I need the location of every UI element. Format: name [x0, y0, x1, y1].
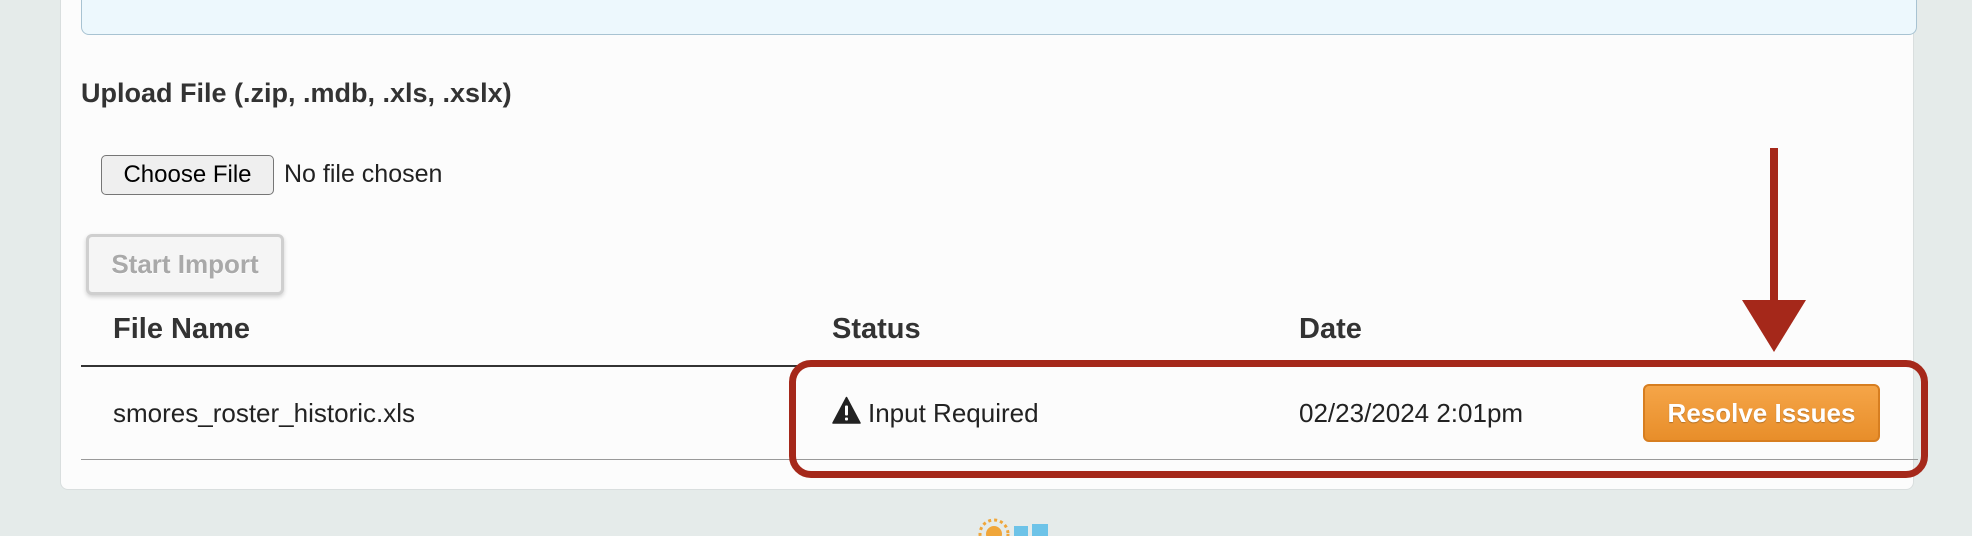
info-box [81, 0, 1917, 35]
column-header-file-name: File Name [113, 313, 250, 345]
footer-logo-icon [968, 514, 1128, 536]
file-name-cell: smores_roster_historic.xls [113, 398, 415, 428]
column-header-date: Date [1299, 313, 1362, 345]
upload-heading: Upload File (.zip, .mdb, .xls, .xslx) [81, 78, 512, 108]
column-header-status: Status [832, 313, 921, 345]
annotation-highlight-box [789, 360, 1928, 478]
annotation-arrow-icon [1742, 148, 1806, 352]
no-file-chosen-text: No file chosen [284, 160, 443, 188]
choose-file-button[interactable]: Choose File [101, 155, 274, 195]
start-import-button[interactable]: Start Import [86, 234, 284, 295]
